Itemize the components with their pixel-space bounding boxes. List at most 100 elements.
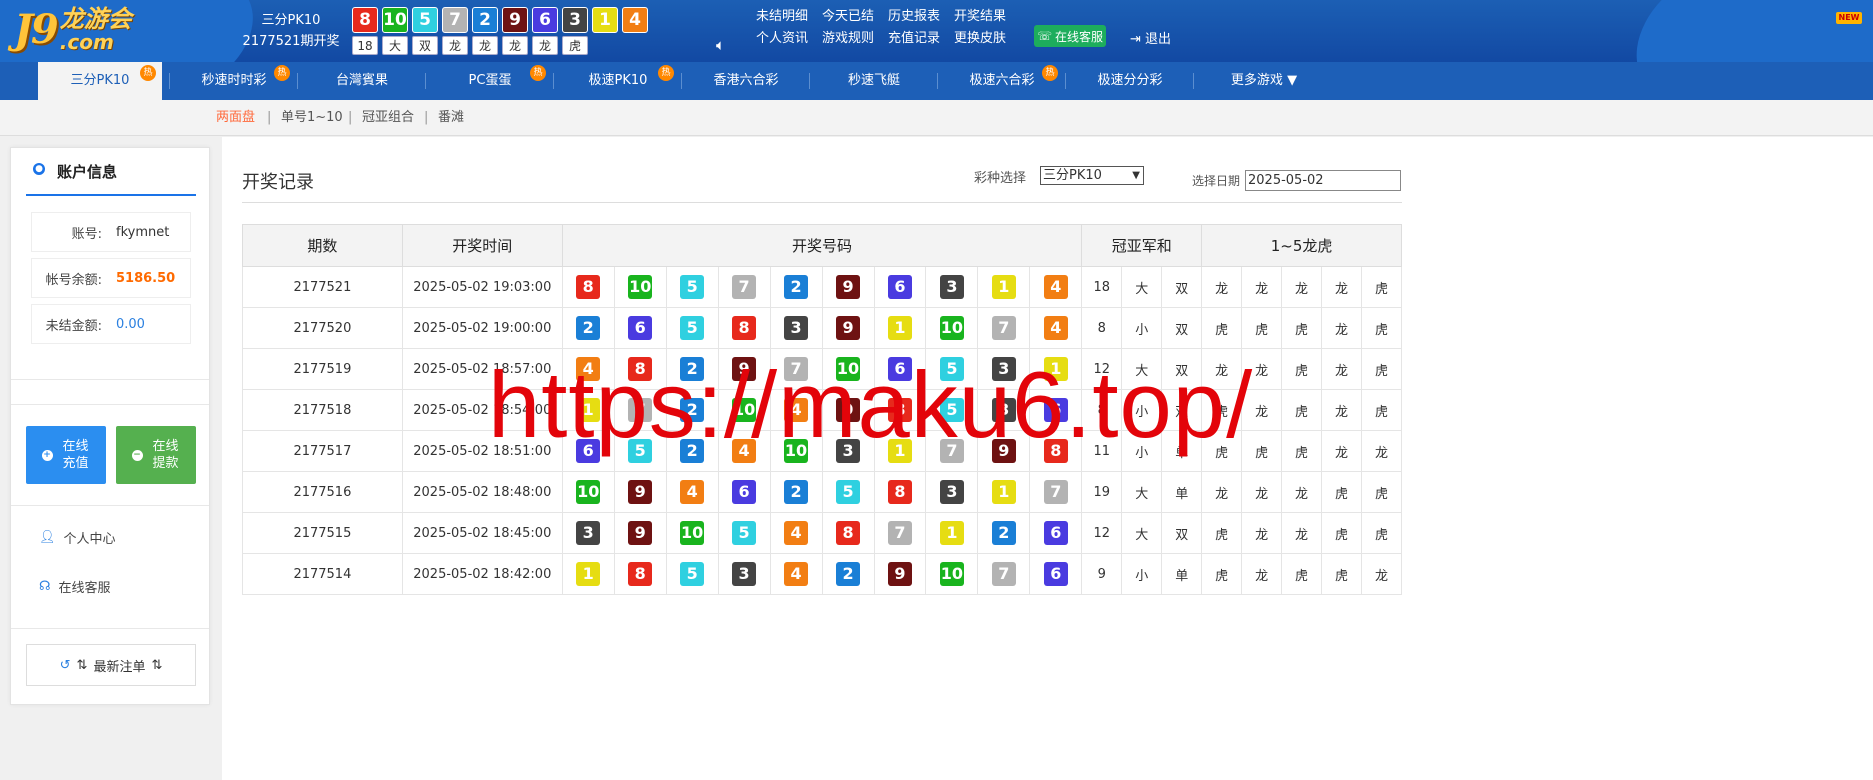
breadcrumb: 两面盘 | 单号1~10 | 冠亚组合 | 番滩 [0, 100, 1873, 136]
dragon-tiger-cell: 龙 [1321, 430, 1362, 472]
chevron-down-icon: ▼ [1132, 170, 1140, 181]
top-link[interactable]: 未结明细 [756, 8, 808, 26]
size-cell: 小 [1121, 307, 1163, 349]
nav-item[interactable]: 更多游戏 ▼ [1194, 62, 1334, 100]
dragon-tiger-cell: 虎 [1321, 553, 1362, 595]
ball: 2 [991, 521, 1016, 545]
ball: 7 [732, 275, 757, 299]
subnav-item[interactable]: 单号1~10 [281, 100, 343, 136]
minus-icon: − [131, 449, 143, 461]
dragon-tiger-cell: 龙 [1321, 266, 1362, 308]
parity-cell: 单 [1161, 553, 1203, 595]
size-cell: 大 [1121, 348, 1163, 390]
period-cell: 2177515 [242, 512, 403, 554]
col-numbers: 开奖号码 [561, 224, 1083, 267]
nav-item[interactable]: 极速分分彩 [1066, 62, 1194, 100]
nav-item[interactable]: 台灣賓果 [298, 62, 426, 100]
time-cell: 2025-05-02 19:00:00 [401, 307, 563, 349]
header-stat: 龙 [472, 36, 498, 55]
ball: 5 [680, 275, 705, 299]
top-link[interactable]: 个人资讯 [756, 30, 808, 48]
dragon-tiger-cell: 龙 [1201, 471, 1243, 513]
subnav-item[interactable]: 番滩 [438, 100, 464, 136]
time-cell: 2025-05-02 18:51:00 [401, 430, 563, 472]
sum-cell: 9 [1081, 553, 1123, 595]
date-input[interactable]: 2025-05-02 [1245, 170, 1401, 191]
top-link[interactable]: 历史报表 [888, 8, 940, 26]
history-icon: ↺ [59, 657, 71, 673]
ball: 3 [939, 480, 964, 504]
ball: 10 [784, 439, 809, 463]
logo-com: .com [59, 29, 114, 54]
header-ball: 10 [382, 7, 408, 33]
ball: 3 [939, 275, 964, 299]
nav-item[interactable]: 香港六合彩 [682, 62, 810, 100]
ball: 3 [991, 398, 1016, 422]
ball: 8 [732, 316, 757, 340]
top-link[interactable]: 充值记录 [888, 30, 940, 48]
ball: 3 [732, 562, 757, 586]
top-link[interactable]: 开奖结果 [954, 8, 1006, 26]
header-stat: 虎 [562, 36, 588, 55]
period-cell: 2177514 [242, 553, 403, 595]
online-service-button[interactable]: ☏ 在线客服 [1034, 25, 1106, 47]
parity-cell: 单 [1161, 430, 1203, 472]
hot-badge: 热 [274, 65, 290, 81]
ball: 9 [628, 521, 653, 545]
ball: 1 [939, 521, 964, 545]
personal-center-link[interactable]: 👤︎ 个人中心 [39, 528, 116, 547]
dragon-tiger-cell: 虎 [1241, 430, 1283, 472]
top-link[interactable]: 今天已结 [822, 8, 874, 26]
ball: 7 [784, 357, 809, 381]
col-period: 期数 [242, 224, 403, 267]
nav-item[interactable]: 秒速飞艇 [810, 62, 938, 100]
dragon-tiger-cell: 虎 [1201, 512, 1243, 554]
ball: 4 [1043, 275, 1068, 299]
sum-cell: 19 [1081, 471, 1123, 513]
ball: 10 [628, 275, 653, 299]
ball: 7 [628, 398, 653, 422]
period-cell: 2177516 [242, 471, 403, 513]
withdraw-button[interactable]: − 在线提款 [116, 426, 196, 484]
ball: 4 [784, 562, 809, 586]
dragon-tiger-cell: 虎 [1201, 307, 1243, 349]
latest-draw-stats: 18 大双龙龙龙龙虎 [352, 36, 588, 55]
page-title: 开奖记录 [242, 172, 314, 193]
dragon-tiger-cell: 虎 [1360, 389, 1403, 431]
deposit-button[interactable]: + 在线充值 [26, 426, 106, 484]
lottery-select[interactable]: 三分PK10 ▼ [1040, 166, 1144, 185]
dragon-tiger-cell: 虎 [1281, 348, 1323, 390]
top-link[interactable]: 游戏规则 [822, 30, 874, 48]
header-stat: 双 [412, 36, 438, 55]
dragon-tiger-cell: 龙 [1201, 348, 1243, 390]
subnav-item[interactable]: 两面盘 [216, 100, 255, 136]
speaker-icon[interactable]: 🔈︎ [716, 36, 734, 54]
unsettled-row: 未结金额: 0.00 [31, 304, 191, 344]
account-row: 账号: fkymnet [31, 212, 191, 252]
hot-badge: 热 [530, 65, 546, 81]
latest-bets-button[interactable]: ↺ ⇅ 最新注单 ⇅ [26, 644, 196, 686]
ball: 8 [628, 562, 653, 586]
site-logo[interactable]: J9 龙游会 .com [14, 4, 132, 54]
dragon-tiger-cell: 龙 [1201, 266, 1243, 308]
ball: 5 [939, 357, 964, 381]
table-row: 2177519 2025-05-02 18:57:00 4 8 2 9 7 10 6 5 3 1 12 大… [242, 348, 1403, 390]
dragon-tiger-cell: 龙 [1241, 512, 1283, 554]
period-cell: 2177517 [242, 430, 403, 472]
ball: 1 [1043, 357, 1068, 381]
game-nav: 三分PK10 热秒速时时彩热台灣賓果 PC蛋蛋热极速PK10 热香港六合彩 秒速飞艇 极速… [0, 62, 1873, 100]
header-stat: 龙 [442, 36, 468, 55]
hot-badge: 热 [140, 65, 156, 81]
online-service-link[interactable]: ☊ 在线客服 [39, 577, 111, 596]
dragon-tiger-cell: 虎 [1360, 266, 1403, 308]
subnav-item[interactable]: 冠亚组合 [362, 100, 414, 136]
size-cell: 小 [1121, 389, 1163, 431]
ball: 5 [680, 562, 705, 586]
ball: 6 [887, 275, 912, 299]
logout-button[interactable]: ⇥ 退出 [1130, 28, 1171, 47]
top-link[interactable]: 更换皮肤 [954, 30, 1006, 48]
dragon-tiger-cell: 虎 [1321, 471, 1362, 513]
ball: 2 [836, 562, 861, 586]
dragon-tiger-cell: 虎 [1201, 430, 1243, 472]
dragon-tiger-cell: 虎 [1281, 430, 1323, 472]
